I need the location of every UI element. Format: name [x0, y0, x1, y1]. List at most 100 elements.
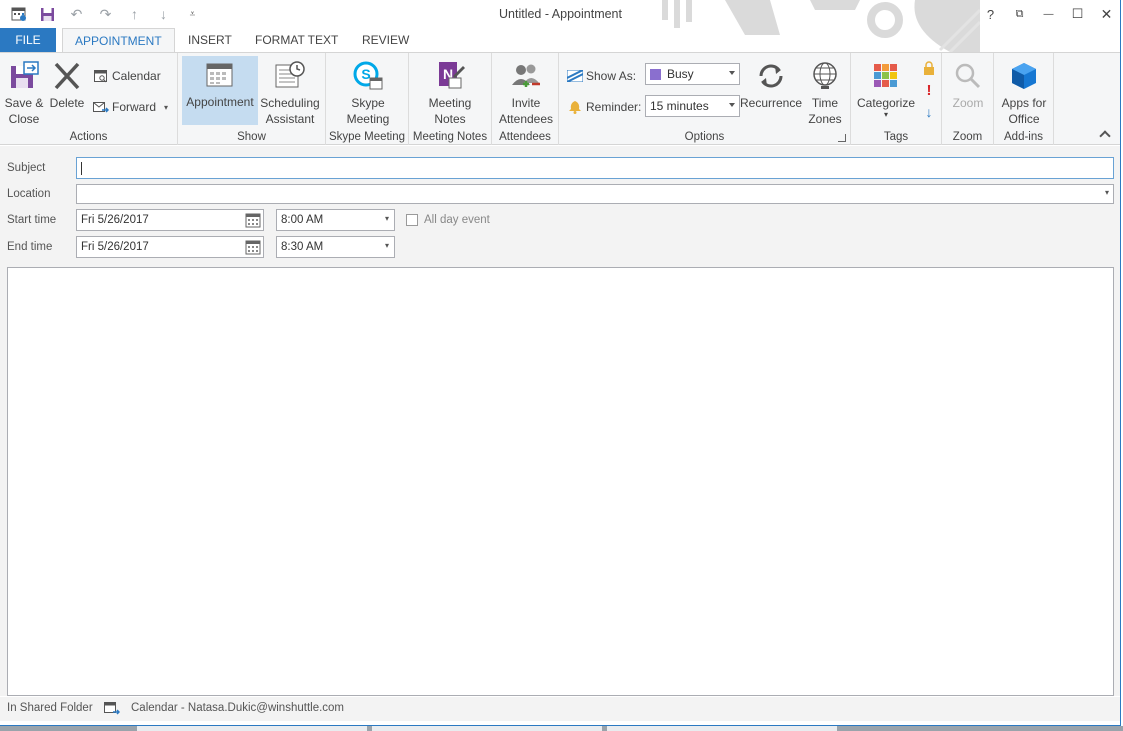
appointment-window: ↶ ↷ ↑ ↓ ⩡ Untitled - Appointment ? ⧉ — ☐: [0, 0, 1121, 726]
background-window-strip: [0, 726, 1123, 731]
start-time-dropdown-icon: ▾: [384, 214, 389, 223]
low-importance-button[interactable]: ↓: [920, 103, 940, 121]
group-options: Show As: Busy Reminder: 15 minutes Recur…: [559, 53, 851, 145]
shared-folder-label: In Shared Folder: [7, 702, 93, 714]
start-time-label: Start time: [7, 214, 57, 226]
minimize-button[interactable]: —: [1034, 0, 1063, 28]
forward-label: Forward: [112, 100, 157, 114]
categorize-label: Categorize: [856, 96, 916, 110]
subject-input[interactable]: [76, 157, 1114, 179]
location-input[interactable]: ▾: [76, 184, 1114, 204]
status-bar: In Shared Folder Calendar - Natasa.Dukic…: [0, 697, 1120, 721]
group-label-tags: Tags: [883, 131, 909, 143]
tab-review[interactable]: REVIEW: [350, 28, 421, 52]
show-as-icon: [566, 67, 584, 85]
group-label-options: Options: [684, 131, 725, 143]
reminder-dropdown[interactable]: 15 minutes: [645, 95, 740, 117]
group-label-show: Show: [237, 131, 266, 143]
show-as-dropdown[interactable]: Busy: [645, 63, 740, 85]
ribbon-display-options-button[interactable]: ⧉: [1005, 0, 1034, 28]
categorize-dropdown-icon: ▾: [883, 110, 888, 119]
text-caret: [81, 161, 82, 175]
forward-button[interactable]: Forward ▾: [92, 98, 168, 116]
group-skype-meeting: S Skype Meeting Skype Meeting: [326, 53, 409, 145]
group-label-meeting-notes: Meeting Notes: [412, 131, 488, 143]
end-time-value: 8:30 AM: [281, 241, 324, 253]
location-dropdown-icon[interactable]: ▾: [1105, 188, 1109, 197]
scheduling-label-1: Scheduling: [260, 96, 320, 110]
location-label: Location: [7, 188, 51, 200]
recurrence-button[interactable]: Recurrence: [740, 57, 802, 111]
bg-cell: [137, 726, 367, 731]
bg-cell: [372, 726, 602, 731]
scheduling-assistant-icon: [273, 57, 307, 95]
end-time-select[interactable]: 8:30 AM ▾: [276, 236, 395, 258]
all-day-checkbox[interactable]: [406, 214, 418, 226]
collapse-ribbon-icon[interactable]: [1099, 130, 1111, 142]
calendar-picker-icon[interactable]: [245, 239, 261, 255]
shared-calendar-icon: [104, 701, 121, 718]
invite-attendees-icon: [509, 57, 543, 95]
apps-cube-icon: [1007, 57, 1041, 95]
skype-label-1: Skype: [351, 96, 385, 110]
end-time-dropdown-icon: ▾: [384, 241, 389, 250]
start-date-value: Fri 5/26/2017: [81, 214, 149, 226]
start-time-select[interactable]: 8:00 AM ▾: [276, 209, 395, 231]
zoom-button[interactable]: Zoom: [946, 57, 990, 111]
ribbon-tabs: FILE APPOINTMENT INSERT FORMAT TEXT REVI…: [0, 28, 1120, 53]
calendar-label: Calendar: [112, 69, 161, 83]
ribbon: Save & Close Delete Calendar Forward ▾ A…: [0, 52, 1120, 145]
calendar-button[interactable]: Calendar: [92, 67, 161, 85]
show-as-label: Show As:: [566, 67, 636, 85]
scheduling-assistant-button[interactable]: Scheduling Assistant: [258, 57, 322, 127]
meeting-notes-label-2: Notes: [434, 112, 466, 126]
shared-folder-value: Calendar - Natasa.Dukic@winshuttle.com: [131, 702, 345, 714]
tab-file[interactable]: FILE: [0, 28, 56, 52]
all-day-label: All day event: [424, 214, 490, 226]
zoom-label: Zoom: [952, 96, 984, 110]
private-button[interactable]: [920, 59, 940, 77]
appointment-body-editor[interactable]: [7, 267, 1114, 696]
group-label-add-ins: Add-ins: [1004, 131, 1043, 143]
skype-label-2: Meeting: [346, 112, 390, 126]
group-label-zoom: Zoom: [952, 131, 983, 143]
time-zones-button[interactable]: Time Zones: [803, 57, 847, 127]
appointment-view-button[interactable]: Appointment: [182, 56, 258, 125]
group-zoom: Zoom Zoom: [942, 53, 994, 145]
apps-label-2: Office: [1008, 112, 1040, 126]
invite-label-2: Attendees: [498, 112, 554, 126]
group-label-actions: Actions: [69, 131, 108, 143]
apps-for-office-button[interactable]: Apps for Office: [996, 57, 1052, 127]
reminder-text: Reminder:: [586, 100, 642, 114]
calendar-picker-icon[interactable]: [245, 212, 261, 228]
tab-format-text[interactable]: FORMAT TEXT: [243, 28, 350, 52]
lock-icon: [920, 59, 938, 77]
tab-appointment[interactable]: APPOINTMENT: [62, 28, 175, 53]
close-button[interactable]: ✕: [1092, 0, 1120, 28]
skype-meeting-button[interactable]: S Skype Meeting: [340, 57, 396, 127]
high-importance-button[interactable]: !: [920, 81, 940, 99]
group-attendees: Invite Attendees Attendees: [492, 53, 559, 145]
reminder-arrow-icon: [729, 103, 735, 107]
tab-insert[interactable]: INSERT: [176, 28, 244, 52]
meeting-notes-button[interactable]: N Meeting Notes: [422, 57, 478, 127]
help-button[interactable]: ?: [976, 0, 1005, 28]
end-time-label: End time: [7, 241, 53, 253]
options-dialog-launcher-icon[interactable]: [838, 134, 846, 142]
save-close-icon: [7, 57, 41, 95]
window-controls: ? ⧉ — ☐ ✕: [976, 0, 1120, 28]
magnifier-icon: [951, 57, 985, 95]
delete-icon: [50, 57, 84, 95]
invite-attendees-button[interactable]: Invite Attendees: [497, 57, 555, 127]
end-date-input[interactable]: Fri 5/26/2017: [76, 236, 264, 258]
time-zones-label-1: Time: [811, 96, 839, 110]
delete-button[interactable]: Delete: [47, 57, 87, 111]
save-close-button[interactable]: Save & Close: [3, 57, 45, 127]
bg-cell: [607, 726, 837, 731]
start-date-input[interactable]: Fri 5/26/2017: [76, 209, 264, 231]
forward-dropdown-icon[interactable]: ▾: [164, 103, 168, 112]
maximize-button[interactable]: ☐: [1063, 0, 1092, 28]
categorize-button[interactable]: Categorize ▾: [854, 57, 918, 119]
meeting-notes-label-1: Meeting: [428, 96, 472, 110]
apps-label-1: Apps for: [1001, 96, 1047, 110]
